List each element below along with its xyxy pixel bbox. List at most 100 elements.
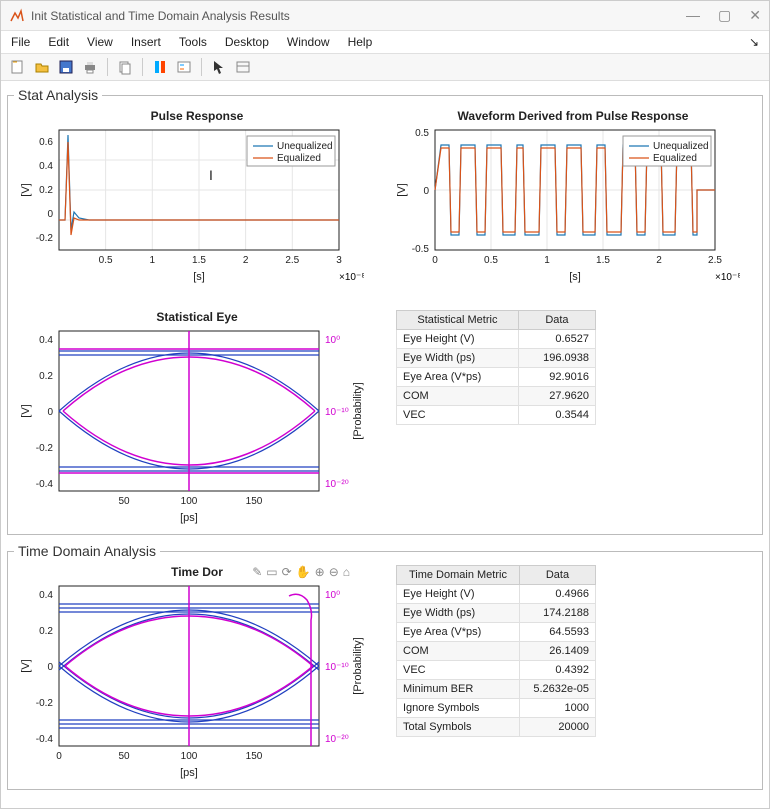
svg-text:[Probability]: [Probability]	[352, 382, 364, 439]
brush-icon[interactable]: ✎	[252, 565, 262, 579]
table-header[interactable]: Data	[518, 311, 595, 330]
svg-text:150: 150	[246, 751, 263, 762]
print-icon[interactable]	[81, 58, 99, 76]
menu-edit[interactable]: Edit	[48, 35, 69, 49]
svg-text:100: 100	[181, 751, 198, 762]
table-row[interactable]: COM27.9620	[397, 387, 596, 406]
metric-value: 0.4392	[519, 661, 595, 680]
svg-text:2.5: 2.5	[285, 255, 299, 266]
metric-name: Ignore Symbols	[397, 699, 520, 718]
table-row[interactable]: VEC0.3544	[397, 406, 596, 425]
table-row[interactable]: Eye Height (V)0.6527	[397, 330, 596, 349]
legend-icon[interactable]	[175, 58, 193, 76]
metric-value: 196.0938	[518, 349, 595, 368]
table-header[interactable]: Statistical Metric	[397, 311, 519, 330]
menu-tools[interactable]: Tools	[179, 35, 207, 49]
svg-text:1: 1	[150, 255, 156, 266]
rotate-icon[interactable]: ⟳	[282, 565, 292, 579]
datatip-icon[interactable]: ▭	[266, 565, 277, 579]
svg-text:-0.4: -0.4	[36, 734, 54, 745]
titlebar: Init Statistical and Time Domain Analysi…	[1, 1, 769, 31]
svg-text:×10⁻⁸: ×10⁻⁸	[715, 272, 740, 283]
open-icon[interactable]	[33, 58, 51, 76]
pointer-icon[interactable]	[210, 58, 228, 76]
svg-text:-0.5: -0.5	[412, 244, 430, 255]
pulse-response-chart[interactable]: Pulse Response	[14, 109, 380, 300]
menu-insert[interactable]: Insert	[131, 35, 161, 49]
table-header[interactable]: Time Domain Metric	[397, 566, 520, 585]
minimize-button[interactable]: —	[686, 7, 700, 24]
svg-text:0.6: 0.6	[39, 137, 53, 148]
save-icon[interactable]	[57, 58, 75, 76]
metric-value: 0.4966	[519, 585, 595, 604]
time-domain-legend: Time Domain Analysis	[14, 543, 160, 559]
table-header[interactable]: Data	[519, 566, 595, 585]
zoom-in-icon[interactable]: ⊕	[315, 565, 325, 579]
svg-text:0.5: 0.5	[415, 128, 429, 139]
svg-text:-0.4: -0.4	[36, 479, 54, 490]
svg-text:0.4: 0.4	[39, 335, 53, 346]
waveform-chart[interactable]: Waveform Derived from Pulse Response 0.5…	[390, 109, 756, 300]
chart-title: Waveform Derived from Pulse Response	[390, 109, 756, 123]
svg-text:-0.2: -0.2	[36, 443, 54, 454]
menu-desktop[interactable]: Desktop	[225, 35, 269, 49]
table-row[interactable]: Eye Area (V*ps)92.9016	[397, 368, 596, 387]
svg-text:10⁻²⁰: 10⁻²⁰	[325, 479, 349, 490]
menu-view[interactable]: View	[87, 35, 113, 49]
svg-text:[V]: [V]	[20, 659, 32, 672]
stat-analysis-legend: Stat Analysis	[14, 87, 102, 103]
table-row[interactable]: Eye Width (ps)196.0938	[397, 349, 596, 368]
axes-toolbar: ✎ ▭ ⟳ ✋ ⊕ ⊖ ⌂	[252, 565, 350, 579]
svg-text:0: 0	[47, 209, 53, 220]
metric-name: Eye Area (V*ps)	[397, 368, 519, 387]
copy-icon[interactable]	[116, 58, 134, 76]
toolbar	[1, 54, 769, 81]
svg-text:0.4: 0.4	[39, 590, 53, 601]
menu-file[interactable]: File	[11, 35, 30, 49]
time-domain-eye-chart[interactable]: Time Dor ✎ ▭ ⟳ ✋ ⊕ ⊖ ⌂	[14, 565, 380, 781]
menu-help[interactable]: Help	[348, 35, 373, 49]
statistical-eye-chart[interactable]: Statistical Eye	[14, 310, 380, 526]
svg-text:0.5: 0.5	[99, 255, 113, 266]
svg-text:10⁻²⁰: 10⁻²⁰	[325, 734, 349, 745]
svg-text:Equalized: Equalized	[653, 153, 697, 164]
new-figure-icon[interactable]	[9, 58, 27, 76]
svg-text:[V]: [V]	[396, 183, 408, 196]
svg-text:[V]: [V]	[20, 183, 32, 196]
metric-name: COM	[397, 387, 519, 406]
svg-text:0.2: 0.2	[39, 371, 53, 382]
svg-text:0.4: 0.4	[39, 161, 53, 172]
svg-text:2.5: 2.5	[708, 255, 722, 266]
metric-name: Eye Width (ps)	[397, 604, 520, 623]
svg-text:Equalized: Equalized	[277, 153, 321, 164]
svg-text:50: 50	[118, 496, 130, 507]
table-row[interactable]: Ignore Symbols1000	[397, 699, 596, 718]
metric-name: Eye Width (ps)	[397, 349, 519, 368]
menu-window[interactable]: Window	[287, 35, 330, 49]
svg-text:[V]: [V]	[20, 404, 32, 417]
table-row[interactable]: Eye Width (ps)174.2188	[397, 604, 596, 623]
svg-text:[s]: [s]	[569, 271, 581, 283]
metric-name: COM	[397, 642, 520, 661]
stat-analysis-panel: Stat Analysis Pulse Response	[7, 87, 763, 535]
table-row[interactable]: Eye Height (V)0.4966	[397, 585, 596, 604]
svg-text:0: 0	[47, 662, 53, 673]
edit-plot-icon[interactable]	[234, 58, 252, 76]
metric-value: 5.2632e-05	[519, 680, 595, 699]
svg-text:2: 2	[243, 255, 249, 266]
svg-text:[ps]: [ps]	[180, 512, 198, 524]
table-row[interactable]: COM26.1409	[397, 642, 596, 661]
pan-icon[interactable]: ✋	[296, 565, 311, 579]
table-row[interactable]: Minimum BER5.2632e-05	[397, 680, 596, 699]
zoom-out-icon[interactable]: ⊖	[329, 565, 339, 579]
metric-value: 1000	[519, 699, 595, 718]
table-row[interactable]: VEC0.4392	[397, 661, 596, 680]
home-icon[interactable]: ⌂	[343, 565, 350, 579]
table-row[interactable]: Eye Area (V*ps)64.5593	[397, 623, 596, 642]
menu-overflow-icon[interactable]: ↘	[749, 35, 759, 49]
maximize-button[interactable]: ▢	[718, 7, 731, 24]
svg-text:[ps]: [ps]	[180, 767, 198, 779]
colorbar-icon[interactable]	[151, 58, 169, 76]
close-button[interactable]: ✕	[749, 7, 761, 24]
svg-text:0.2: 0.2	[39, 626, 53, 637]
